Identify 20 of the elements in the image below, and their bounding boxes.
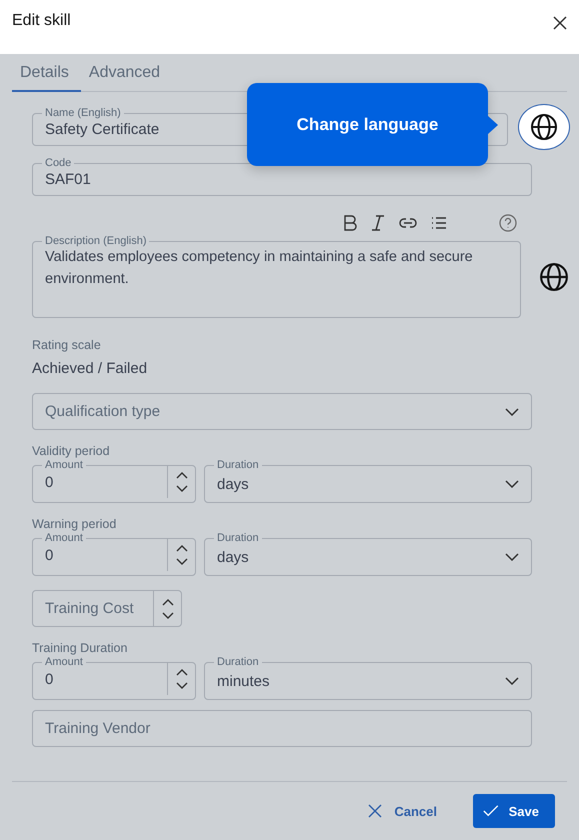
duration-value: days — [217, 476, 249, 492]
section-label: Validity period — [32, 444, 111, 458]
section-label: Warning period — [32, 517, 118, 531]
dialog-title: Edit skill — [12, 12, 71, 30]
field-label: Description (English) — [44, 236, 148, 246]
duration-value: days — [217, 548, 249, 566]
section-label: Rating scale — [32, 338, 102, 352]
field-label: Code — [44, 158, 72, 168]
language-tooltip: Change language — [247, 83, 488, 166]
field-label: Amount — [44, 657, 84, 667]
section-label: Training Duration — [32, 641, 128, 655]
duration-value: minutes — [217, 672, 270, 690]
field-label: Duration — [216, 460, 260, 470]
description-text: Validates employees competency in maintaining a safe and secure environment. — [45, 248, 474, 289]
field-label: Amount — [44, 533, 84, 543]
field-label: Duration — [216, 533, 260, 543]
field-label: Name (English) — [44, 108, 122, 118]
field-label: Duration — [216, 657, 260, 667]
field-label: Amount — [44, 460, 84, 470]
rating-scale-value: Achieved / Failed — [32, 360, 148, 377]
